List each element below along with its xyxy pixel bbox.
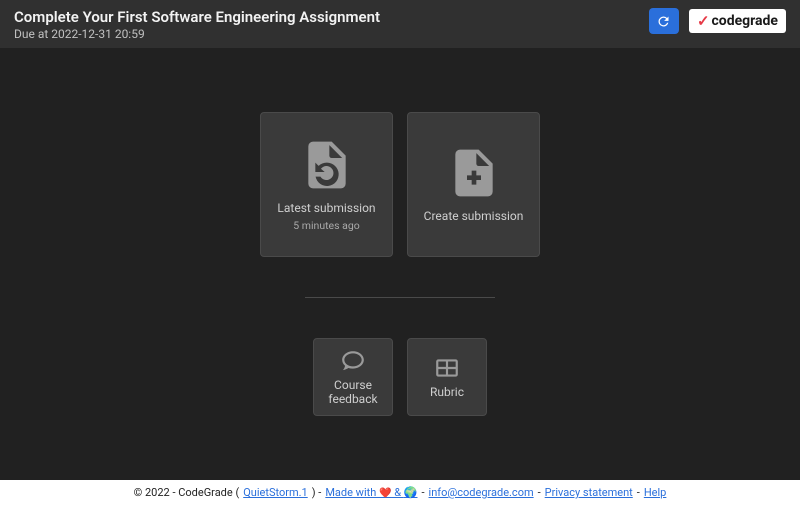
rubric-card[interactable]: Rubric (407, 338, 487, 416)
course-feedback-card[interactable]: Course feedback (313, 338, 393, 416)
heart-icon: ❤️ (379, 488, 391, 499)
refresh-button[interactable] (649, 8, 679, 34)
footer: © 2022 - CodeGrade (QuietStorm.1) - Made… (0, 480, 800, 505)
main-content: Latest submission 5 minutes ago Create s… (0, 48, 800, 480)
grid-icon (434, 355, 460, 381)
assignment-title: Complete Your First Software Engineering… (14, 8, 380, 26)
brand-tick-icon: ✓ (697, 12, 710, 30)
create-submission-label: Create submission (424, 209, 524, 223)
header: Complete Your First Software Engineering… (0, 0, 800, 48)
section-divider (305, 297, 495, 298)
brand-name: codegrade (712, 13, 778, 29)
footer-privacy-link[interactable]: Privacy statement (545, 486, 633, 499)
rubric-label: Rubric (430, 385, 464, 399)
header-right: ✓ codegrade (649, 8, 786, 34)
header-left: Complete Your First Software Engineering… (14, 8, 380, 41)
latest-submission-time: 5 minutes ago (293, 219, 359, 232)
latest-submission-label: Latest submission (277, 201, 375, 215)
primary-card-row: Latest submission 5 minutes ago Create s… (260, 112, 540, 257)
course-feedback-label: Course feedback (314, 378, 392, 407)
footer-version-link[interactable]: QuietStorm.1 (243, 486, 308, 499)
speech-bubble-icon (340, 348, 366, 374)
file-plus-icon (446, 145, 502, 201)
create-submission-card[interactable]: Create submission (407, 112, 540, 257)
footer-email-link[interactable]: info@codegrade.com (429, 486, 534, 499)
due-date: Due at 2022-12-31 20:59 (14, 27, 380, 41)
latest-submission-card[interactable]: Latest submission 5 minutes ago (260, 112, 393, 257)
footer-made-with-link[interactable]: Made with ❤️ & 🌍 (325, 486, 417, 499)
footer-copyright: © 2022 - CodeGrade ( (134, 486, 240, 499)
refresh-icon (656, 14, 671, 29)
brand-logo[interactable]: ✓ codegrade (689, 9, 786, 33)
file-history-icon (299, 137, 355, 193)
footer-help-link[interactable]: Help (644, 486, 667, 499)
secondary-card-row: Course feedback Rubric (313, 338, 487, 416)
earth-icon: 🌍 (404, 486, 418, 499)
